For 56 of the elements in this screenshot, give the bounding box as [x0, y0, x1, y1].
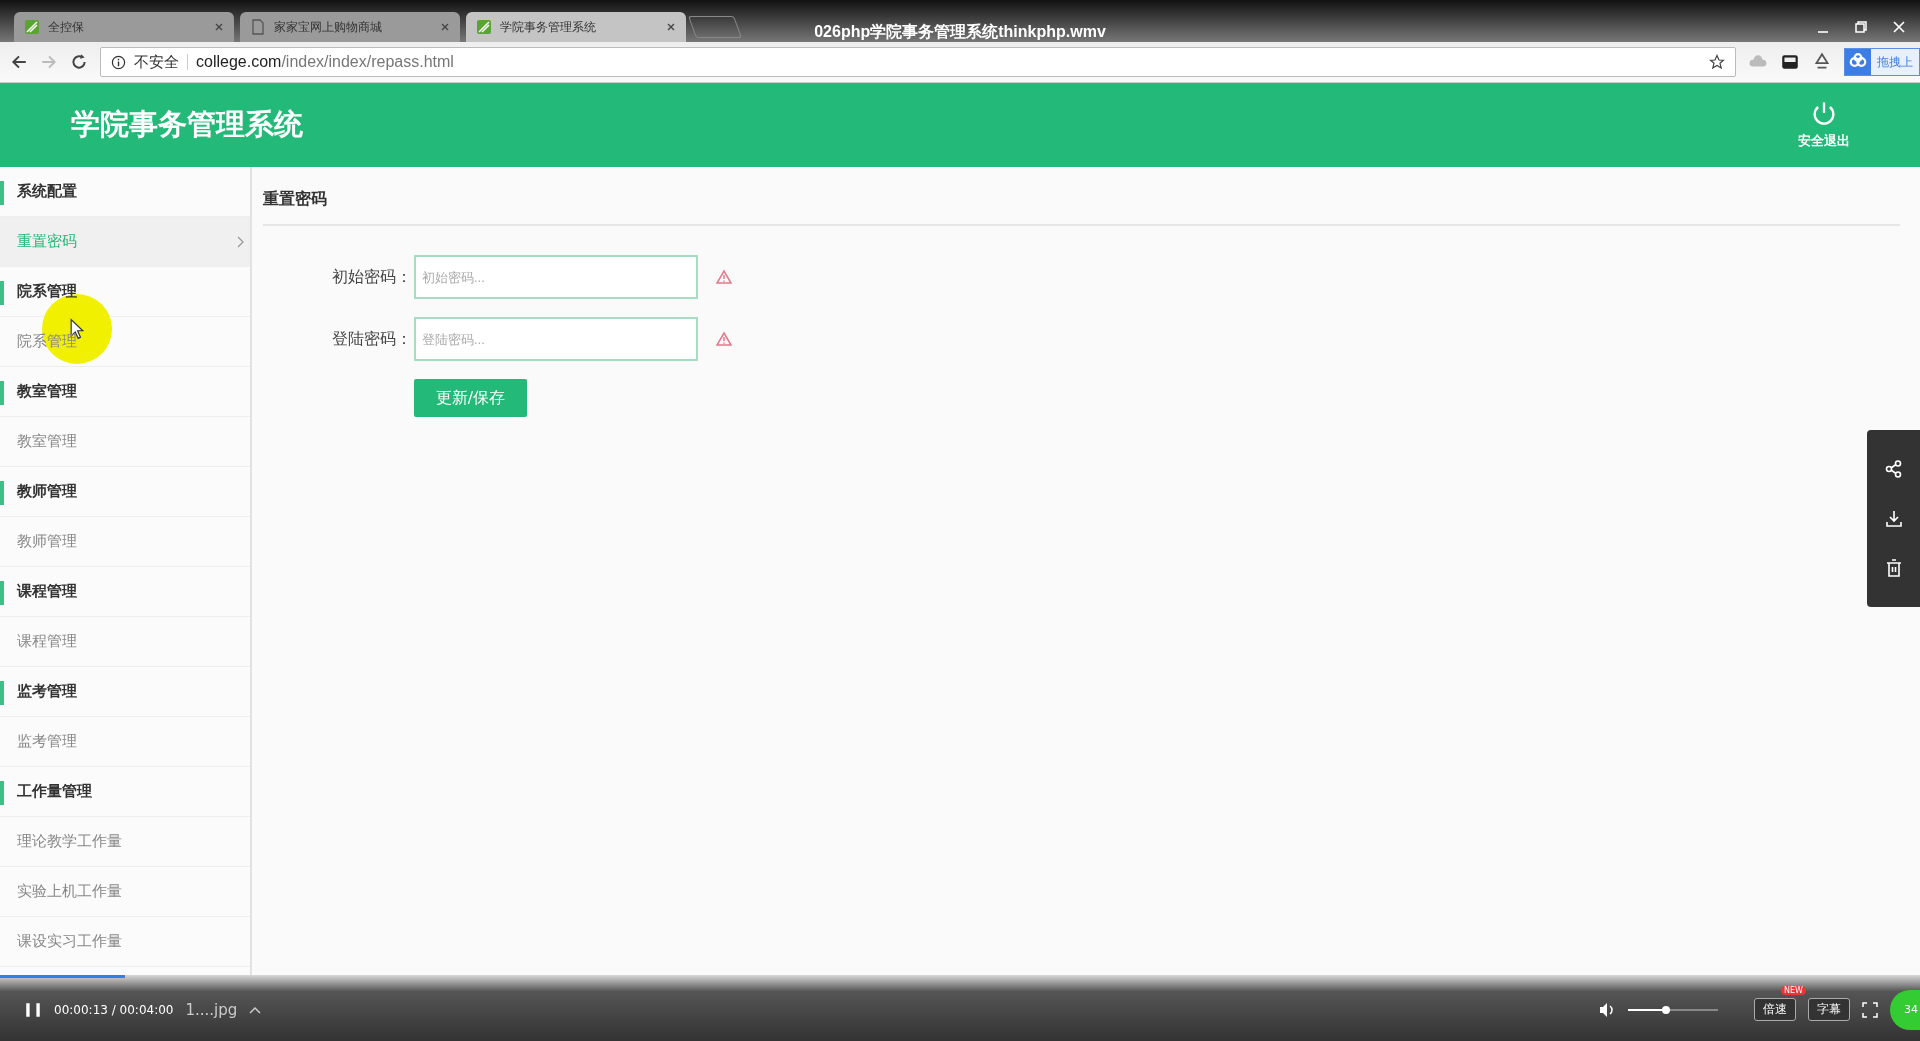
extension-icon[interactable] — [1780, 52, 1800, 72]
time-display: 00:00:13 / 00:04:00 — [54, 1002, 174, 1017]
sidebar-item[interactable]: 课程管理 — [0, 617, 250, 667]
page-icon — [250, 19, 266, 35]
reload-icon[interactable] — [70, 53, 88, 71]
sidebar-heading[interactable]: 教师管理 — [0, 467, 250, 517]
warning-icon — [716, 269, 732, 285]
warning-icon — [716, 331, 732, 347]
sidebar-item[interactable]: 监考管理 — [0, 717, 250, 767]
sidebar-item[interactable]: 教室管理 — [0, 417, 250, 467]
field-label: 登陆密码： — [331, 328, 412, 350]
close-icon[interactable] — [666, 22, 676, 32]
sidebar-item[interactable]: 教师管理 — [0, 517, 250, 567]
browser-tab[interactable]: 全控保 — [14, 12, 234, 42]
browser-tab[interactable]: 学院事务管理系统 — [466, 12, 686, 42]
download-icon[interactable] — [1883, 508, 1904, 529]
cloud-logo-icon — [1845, 49, 1871, 75]
app-title: 学院事务管理系统 — [71, 106, 303, 143]
address-field[interactable]: 不安全 college.com/index/index/repass.html — [100, 47, 1736, 77]
file-name: 1....jpg — [185, 1000, 238, 1019]
url-text: college.com/index/index/repass.html — [196, 53, 455, 71]
back-icon[interactable] — [10, 53, 28, 71]
count-badge: 34 — [1890, 989, 1920, 1030]
password-field[interactable]: 登陆密码... — [414, 317, 698, 361]
field-label: 初始密码： — [331, 266, 412, 288]
volume-thumb[interactable] — [1661, 1005, 1670, 1014]
pause-icon[interactable] — [24, 1000, 42, 1019]
star-icon[interactable] — [1709, 54, 1725, 70]
speed-button[interactable]: 倍速 — [1754, 998, 1796, 1021]
sidebar-item[interactable]: 实验上机工作量 — [0, 867, 250, 917]
extension-button[interactable]: 拖拽上 — [1844, 48, 1920, 76]
password-field[interactable]: 初始密码... — [414, 255, 698, 299]
sidebar-item[interactable]: 课设实习工作量 — [0, 917, 250, 967]
leaf-icon — [476, 19, 492, 35]
browser-tab[interactable]: 家家宝网上购物商城 — [240, 12, 460, 42]
subtitle-button[interactable]: 字幕 — [1808, 998, 1850, 1021]
volume-icon[interactable] — [1598, 1001, 1616, 1018]
new-tab-button[interactable] — [688, 16, 742, 38]
share-icon[interactable] — [1883, 459, 1904, 480]
restore-icon[interactable] — [1854, 20, 1868, 34]
logout-button[interactable]: 安全退出 — [1798, 100, 1850, 150]
caret-icon[interactable] — [249, 1005, 262, 1014]
leaf-icon — [24, 19, 40, 35]
sidebar-item[interactable]: 理论教学工作量 — [0, 817, 250, 867]
section-title: 重置密码 — [263, 189, 1900, 226]
sidebar-heading[interactable]: 工作量管理 — [0, 767, 250, 817]
info-icon — [111, 54, 126, 70]
save-button[interactable]: 更新/保存 — [414, 379, 527, 417]
video-title: 026php学院事务管理系统thinkphp.wmv — [814, 22, 1106, 42]
new-badge: NEW — [1781, 986, 1806, 995]
sidebar-heading[interactable]: 监考管理 — [0, 667, 250, 717]
chevron-icon — [236, 235, 244, 248]
sidebar-heading[interactable]: 课程管理 — [0, 567, 250, 617]
security-label: 不安全 — [134, 52, 179, 72]
sidebar-heading[interactable]: 教室管理 — [0, 367, 250, 417]
fullscreen-icon[interactable] — [1862, 1001, 1878, 1018]
